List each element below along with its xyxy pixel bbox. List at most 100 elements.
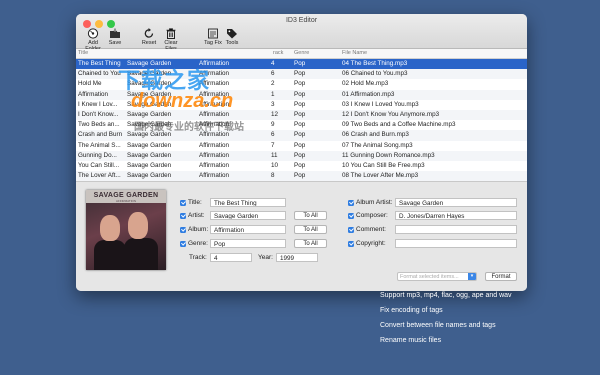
cell-artist: Savage Garden — [127, 131, 172, 139]
column-title[interactable]: Title — [78, 50, 88, 56]
cell-album: Affirmation — [199, 110, 229, 118]
tag-fix-label: Tag Fix — [204, 40, 222, 46]
year-label: Year: — [258, 254, 273, 261]
cell-title: Crash and Burn — [78, 131, 123, 139]
cell-album: Affirmation — [199, 151, 229, 159]
composer-checkbox[interactable] — [348, 213, 354, 219]
table-row[interactable]: Hold Me Savage Garden Affirmation 2 Pop 02 Ho… — [76, 79, 527, 89]
save-button[interactable]: Save — [108, 28, 122, 46]
file-list: The Best Thing Savage Garden Affirmation 4 P… — [76, 59, 527, 182]
copyright-checkbox[interactable] — [348, 241, 354, 247]
genre-to-all-button[interactable]: To All — [294, 239, 327, 248]
column-genre[interactable]: Genre — [294, 50, 309, 56]
cell-track: 2 — [271, 80, 275, 88]
column-file-name[interactable]: File Name — [342, 50, 367, 56]
cell-file-name: 06 Crash and Burn.mp3 — [342, 131, 409, 139]
year-field[interactable]: 1999 — [276, 253, 318, 262]
table-row[interactable]: The Animal S... Savage Garden Affirmation 7… — [76, 141, 527, 151]
cell-genre: Pop — [294, 100, 306, 108]
title-label: Title: — [188, 199, 202, 206]
column-track[interactable]: rack — [273, 50, 283, 56]
genre-checkbox[interactable] — [180, 241, 186, 247]
cell-track: 9 — [271, 121, 275, 129]
album-to-all-button[interactable]: To All — [294, 225, 327, 234]
table-row[interactable]: The Lover Aft... Savage Garden Affirmation… — [76, 171, 527, 182]
cell-album: Affirmation — [199, 60, 229, 67]
cell-title: I Don't Know... — [78, 110, 119, 118]
composer-field[interactable]: D. Jones/Darren Hayes — [395, 211, 517, 220]
cell-album: Affirmation — [199, 90, 229, 98]
cell-track: 12 — [271, 110, 279, 118]
album-cover[interactable]: SAVAGE GARDEN AFFIRMATION — [86, 190, 166, 270]
cell-track: 3 — [271, 100, 275, 108]
feature-item: Fix encoding of tags — [380, 307, 443, 314]
cell-genre: Pop — [294, 151, 306, 159]
tools-button[interactable]: Tools — [224, 28, 240, 46]
album-label: Album: — [188, 226, 209, 233]
add-folder-icon — [87, 28, 99, 39]
feature-item: Support mp3, mp4, flac, ogg, ape and wav — [380, 292, 512, 299]
album-artist-checkbox[interactable] — [348, 200, 354, 206]
cell-genre: Pop — [294, 141, 306, 149]
cell-album: Affirmation — [199, 172, 229, 180]
cell-track: 8 — [271, 172, 275, 180]
title-checkbox[interactable] — [180, 200, 186, 206]
cell-track: 6 — [271, 131, 275, 139]
track-field[interactable]: 4 — [210, 253, 252, 262]
reset-button[interactable]: Reset — [141, 28, 157, 46]
table-row[interactable]: Crash and Burn Savage Garden Affirmation 6 P… — [76, 130, 527, 141]
comment-checkbox[interactable] — [348, 227, 354, 233]
artist-field[interactable]: Savage Garden — [210, 211, 286, 220]
copyright-label: Copyright: — [356, 240, 386, 247]
cell-album: Affirmation — [199, 100, 229, 108]
cell-track: 6 — [271, 70, 275, 78]
copyright-field[interactable] — [395, 239, 517, 248]
table-row[interactable]: Two Beds an... Savage Garden Affirmation 9 P… — [76, 120, 527, 130]
cell-file-name: 12 I Don't Know You Anymore.mp3 — [342, 110, 440, 118]
tag-fix-button[interactable]: Tag Fix — [204, 28, 222, 46]
album-field[interactable]: Affirmation — [210, 225, 286, 234]
table-row[interactable]: You Can Still... Savage Garden Affirmation… — [76, 161, 527, 171]
cell-title: Two Beds an... — [78, 121, 120, 129]
table-row[interactable]: Affirmation Savage Garden Affirmation 1 Pop 0… — [76, 89, 527, 100]
table-row[interactable]: I Knew I Lov... Savage Garden Affirmation 3… — [76, 100, 527, 110]
artist-checkbox[interactable] — [180, 213, 186, 219]
cell-genre: Pop — [294, 121, 306, 129]
cell-artist: Savage Garden — [127, 100, 172, 108]
cell-album: Affirmation — [199, 161, 229, 169]
cell-file-name: 02 Hold Me.mp3 — [342, 80, 389, 88]
cell-artist: Savage Garden — [127, 161, 172, 169]
cell-album: Affirmation — [199, 141, 229, 149]
comment-field[interactable] — [395, 225, 517, 234]
cell-track: 1 — [271, 90, 275, 98]
title-field[interactable]: The Best Thing — [210, 198, 286, 207]
table-row[interactable]: Gunning Do... Savage Garden Affirmation 11 P… — [76, 150, 527, 161]
table-row[interactable]: Chained to You Savage Garden Affirmation 6 P… — [76, 69, 527, 80]
title-bar: ID3 Editor Add Folder Save Reset — [76, 14, 527, 52]
cell-genre: Pop — [294, 90, 306, 98]
cell-file-name: 06 Chained to You.mp3 — [342, 70, 408, 78]
album-checkbox[interactable] — [180, 227, 186, 233]
table-row[interactable]: I Don't Know... Savage Garden Affirmation 1… — [76, 109, 527, 121]
cell-genre: Pop — [294, 161, 306, 169]
artist-to-all-button[interactable]: To All — [294, 211, 327, 220]
reset-label: Reset — [141, 40, 157, 46]
tools-label: Tools — [225, 40, 239, 46]
cell-track: 7 — [271, 141, 275, 149]
album-artist-label: Album Artist: — [356, 199, 393, 206]
cell-file-name: 03 I Knew I Loved You.mp3 — [342, 100, 419, 108]
genre-field[interactable]: Pop — [210, 239, 286, 248]
cell-genre: Pop — [294, 131, 306, 139]
feature-item: Rename music files — [380, 337, 442, 344]
cell-file-name: 11 Gunning Down Romance.mp3 — [342, 151, 435, 159]
table-row[interactable]: The Best Thing Savage Garden Affirmation 4 P… — [76, 59, 527, 70]
cell-genre: Pop — [294, 110, 306, 118]
format-button[interactable]: Format — [485, 272, 517, 281]
cell-title: You Can Still... — [78, 161, 120, 169]
track-label: Track: — [189, 254, 207, 261]
cell-file-name: 09 Two Beds and a Coffee Machine.mp3 — [342, 121, 456, 129]
cover-figure-right — [124, 238, 158, 270]
format-select[interactable]: Format selected items... ▾ — [397, 272, 477, 281]
feature-item: Convert between file names and tags — [380, 322, 496, 329]
album-artist-field[interactable]: Savage Garden — [395, 198, 517, 207]
